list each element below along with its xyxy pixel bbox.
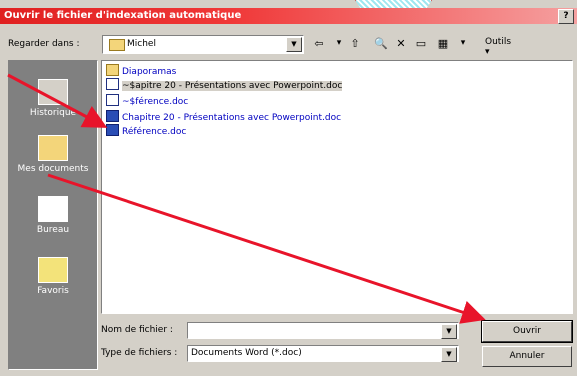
list-item[interactable]: Chapitre 20 - Présentations avec Powerpo… [106, 110, 341, 123]
place-label: Bureau [36, 225, 70, 235]
word-document-icon [106, 110, 119, 122]
new-folder-icon[interactable]: ▭ [412, 35, 430, 52]
list-item[interactable]: ~$apitre 20 - Présentations avec Powerpo… [106, 78, 343, 91]
list-item[interactable]: Référence.doc [106, 124, 186, 137]
delete-icon[interactable]: ✕ [392, 35, 410, 52]
open-file-dialog: Ouvrir le fichier d'indexation automatiq… [0, 0, 577, 376]
desktop-icon [38, 196, 68, 222]
place-label: Favoris [37, 286, 69, 296]
list-item[interactable]: ~$férence.doc [106, 94, 188, 107]
views-icon[interactable]: ▦ [434, 35, 452, 52]
place-historique[interactable]: Historique [9, 79, 97, 118]
document-icon [106, 94, 119, 106]
search-web-icon[interactable]: 🔍 [372, 35, 390, 52]
dialog-title: Ouvrir le fichier d'indexation automatiq… [4, 10, 242, 21]
tools-label: Outils [485, 37, 512, 47]
file-list[interactable]: Diaporamas ~$apitre 20 - Présentations a… [101, 60, 573, 314]
list-item[interactable]: Diaporamas [106, 64, 176, 77]
look-in-value: Michel [127, 39, 156, 49]
tools-menu-button[interactable]: Outils ▾ [485, 37, 511, 57]
place-bureau[interactable]: Bureau [9, 196, 97, 235]
views-dropdown-icon[interactable]: ▾ [454, 35, 472, 52]
places-bar: Historique Mes documents Bureau Favoris [8, 60, 98, 370]
folder-icon [106, 64, 119, 76]
help-button[interactable]: ? [558, 9, 574, 24]
filename-input[interactable]: ▼ [187, 322, 459, 339]
filetype-select[interactable]: Documents Word (*.doc) ▼ [187, 345, 459, 362]
chevron-down-icon[interactable]: ▼ [441, 347, 457, 362]
back-arrow-icon[interactable]: ⇦ [310, 35, 328, 52]
filename-label: Nom de fichier : [101, 325, 173, 335]
document-icon [106, 78, 119, 90]
history-icon [38, 79, 68, 105]
chevron-down-icon[interactable]: ▼ [286, 37, 302, 52]
open-button[interactable]: Ouvrir [481, 320, 573, 343]
my-documents-icon [38, 135, 68, 161]
place-favoris[interactable]: Favoris [9, 257, 97, 296]
place-label: Historique [29, 108, 77, 118]
place-label: Mes documents [17, 164, 89, 174]
cancel-button[interactable]: Annuler [482, 346, 572, 367]
place-mes-documents[interactable]: Mes documents [9, 135, 97, 174]
favorites-icon [38, 257, 68, 283]
up-folder-icon[interactable]: ⇧ [346, 35, 364, 52]
chevron-down-icon[interactable]: ▼ [441, 324, 457, 339]
folder-icon [109, 39, 125, 51]
filetype-label: Type de fichiers : [101, 348, 178, 358]
look-in-combobox[interactable]: Michel ▼ [102, 35, 304, 54]
title-bar: Ouvrir le fichier d'indexation automatiq… [0, 8, 577, 24]
word-document-icon [106, 124, 119, 136]
look-in-label: Regarder dans : [8, 39, 80, 49]
